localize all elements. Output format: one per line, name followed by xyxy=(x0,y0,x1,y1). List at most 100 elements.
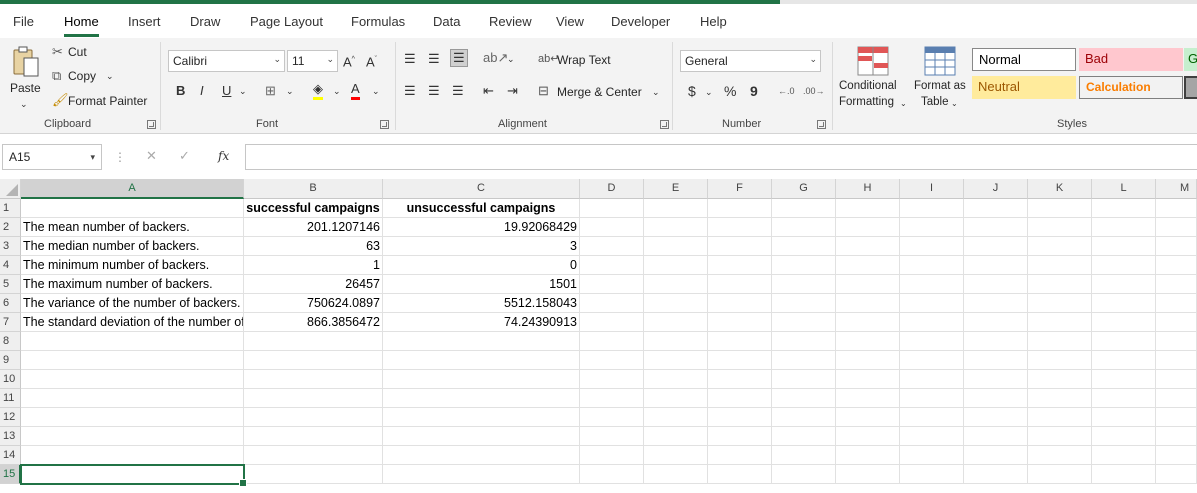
cell-b12[interactable] xyxy=(244,408,383,427)
row-header-6[interactable]: 6 xyxy=(0,294,21,313)
cell-h5[interactable] xyxy=(836,275,900,294)
cell-i2[interactable] xyxy=(900,218,964,237)
cell-m7[interactable] xyxy=(1156,313,1197,332)
row-header-14[interactable]: 14 xyxy=(0,446,21,465)
cell-a9[interactable] xyxy=(21,351,244,370)
cell-h6[interactable] xyxy=(836,294,900,313)
style-normal[interactable]: Normal xyxy=(972,48,1076,71)
cut-button[interactable]: Cut xyxy=(68,45,87,59)
cell-d5[interactable] xyxy=(580,275,644,294)
cell-e12[interactable] xyxy=(644,408,708,427)
format-as-table-button[interactable]: Format as Table ⌄ xyxy=(912,44,968,114)
formula-input[interactable] xyxy=(245,144,1197,170)
cell-j8[interactable] xyxy=(964,332,1028,351)
cell-i14[interactable] xyxy=(900,446,964,465)
column-header-f[interactable]: F xyxy=(708,179,772,199)
cell-f13[interactable] xyxy=(708,427,772,446)
cell-c4[interactable]: 0 xyxy=(383,256,580,275)
cell-g14[interactable] xyxy=(772,446,836,465)
tab-formulas[interactable]: Formulas xyxy=(351,14,405,29)
cell-f11[interactable] xyxy=(708,389,772,408)
cell-m5[interactable] xyxy=(1156,275,1197,294)
cell-a10[interactable] xyxy=(21,370,244,389)
underline-dropdown-icon[interactable]: ⌄ xyxy=(239,83,247,99)
column-header-k[interactable]: K xyxy=(1028,179,1092,199)
cell-k5[interactable] xyxy=(1028,275,1092,294)
cell-d2[interactable] xyxy=(580,218,644,237)
row-header-5[interactable]: 5 xyxy=(0,275,21,294)
cell-b2[interactable]: 201.1207146 xyxy=(244,218,383,237)
borders-dropdown-icon[interactable]: ⌄ xyxy=(286,83,294,99)
cell-h2[interactable] xyxy=(836,218,900,237)
cell-j7[interactable] xyxy=(964,313,1028,332)
cell-b13[interactable] xyxy=(244,427,383,446)
increase-decimal-icon[interactable]: ←.0 xyxy=(778,83,795,99)
cell-a1[interactable] xyxy=(21,199,244,218)
cell-b11[interactable] xyxy=(244,389,383,408)
cell-l12[interactable] xyxy=(1092,408,1156,427)
cell-m11[interactable] xyxy=(1156,389,1197,408)
cell-f14[interactable] xyxy=(708,446,772,465)
cell-d14[interactable] xyxy=(580,446,644,465)
cell-f15[interactable] xyxy=(708,465,772,484)
cell-h13[interactable] xyxy=(836,427,900,446)
cell-m13[interactable] xyxy=(1156,427,1197,446)
cell-b4[interactable]: 1 xyxy=(244,256,383,275)
cell-i5[interactable] xyxy=(900,275,964,294)
cell-a5[interactable]: The maximum number of backers. xyxy=(21,275,244,294)
cell-k7[interactable] xyxy=(1028,313,1092,332)
cell-f5[interactable] xyxy=(708,275,772,294)
cell-l3[interactable] xyxy=(1092,237,1156,256)
row-header-9[interactable]: 9 xyxy=(0,351,21,370)
cell-k6[interactable] xyxy=(1028,294,1092,313)
cell-j6[interactable] xyxy=(964,294,1028,313)
row-header-3[interactable]: 3 xyxy=(0,237,21,256)
cell-k2[interactable] xyxy=(1028,218,1092,237)
cell-l11[interactable] xyxy=(1092,389,1156,408)
cell-g8[interactable] xyxy=(772,332,836,351)
cell-m8[interactable] xyxy=(1156,332,1197,351)
column-header-g[interactable]: G xyxy=(772,179,836,199)
fill-color-icon[interactable]: ◈ xyxy=(313,81,323,100)
cell-b3[interactable]: 63 xyxy=(244,237,383,256)
cell-h4[interactable] xyxy=(836,256,900,275)
cell-d1[interactable] xyxy=(580,199,644,218)
cell-h11[interactable] xyxy=(836,389,900,408)
align-top-icon[interactable]: ☰ xyxy=(404,51,416,67)
cell-f3[interactable] xyxy=(708,237,772,256)
align-left-icon[interactable]: ☰ xyxy=(404,83,416,99)
borders-icon[interactable]: ⊞ xyxy=(265,83,276,99)
cell-g9[interactable] xyxy=(772,351,836,370)
cell-h9[interactable] xyxy=(836,351,900,370)
cell-f4[interactable] xyxy=(708,256,772,275)
cell-a4[interactable]: The minimum number of backers. xyxy=(21,256,244,275)
cell-a2[interactable]: The mean number of backers. xyxy=(21,218,244,237)
tab-insert[interactable]: Insert xyxy=(128,14,161,29)
cell-f6[interactable] xyxy=(708,294,772,313)
confirm-entry-icon[interactable]: ✓ xyxy=(179,148,190,164)
tab-data[interactable]: Data xyxy=(433,14,460,29)
tab-draw[interactable]: Draw xyxy=(190,14,220,29)
row-header-1[interactable]: 1 xyxy=(0,199,21,218)
cell-i7[interactable] xyxy=(900,313,964,332)
cell-i9[interactable] xyxy=(900,351,964,370)
cell-j15[interactable] xyxy=(964,465,1028,484)
cell-j11[interactable] xyxy=(964,389,1028,408)
name-box[interactable]: A15 ▾ xyxy=(2,144,102,170)
increase-indent-icon[interactable]: ⇥ xyxy=(507,83,518,99)
italic-button[interactable]: I xyxy=(200,83,204,99)
cell-e10[interactable] xyxy=(644,370,708,389)
cell-l15[interactable] xyxy=(1092,465,1156,484)
conditional-formatting-button[interactable]: Conditional Formatting ⌄ xyxy=(838,44,908,114)
row-header-15[interactable]: 15 xyxy=(0,465,21,484)
font-color-icon[interactable]: A xyxy=(351,81,360,100)
cell-e9[interactable] xyxy=(644,351,708,370)
column-header-i[interactable]: I xyxy=(900,179,964,199)
tab-help[interactable]: Help xyxy=(700,14,727,29)
cell-c1[interactable]: unsuccessful campaigns xyxy=(383,199,580,218)
cell-m9[interactable] xyxy=(1156,351,1197,370)
cell-c2[interactable]: 19.92068429 xyxy=(383,218,580,237)
cell-h7[interactable] xyxy=(836,313,900,332)
tab-file[interactable]: File xyxy=(13,14,34,29)
align-bottom-icon[interactable]: ☰ xyxy=(450,49,468,67)
